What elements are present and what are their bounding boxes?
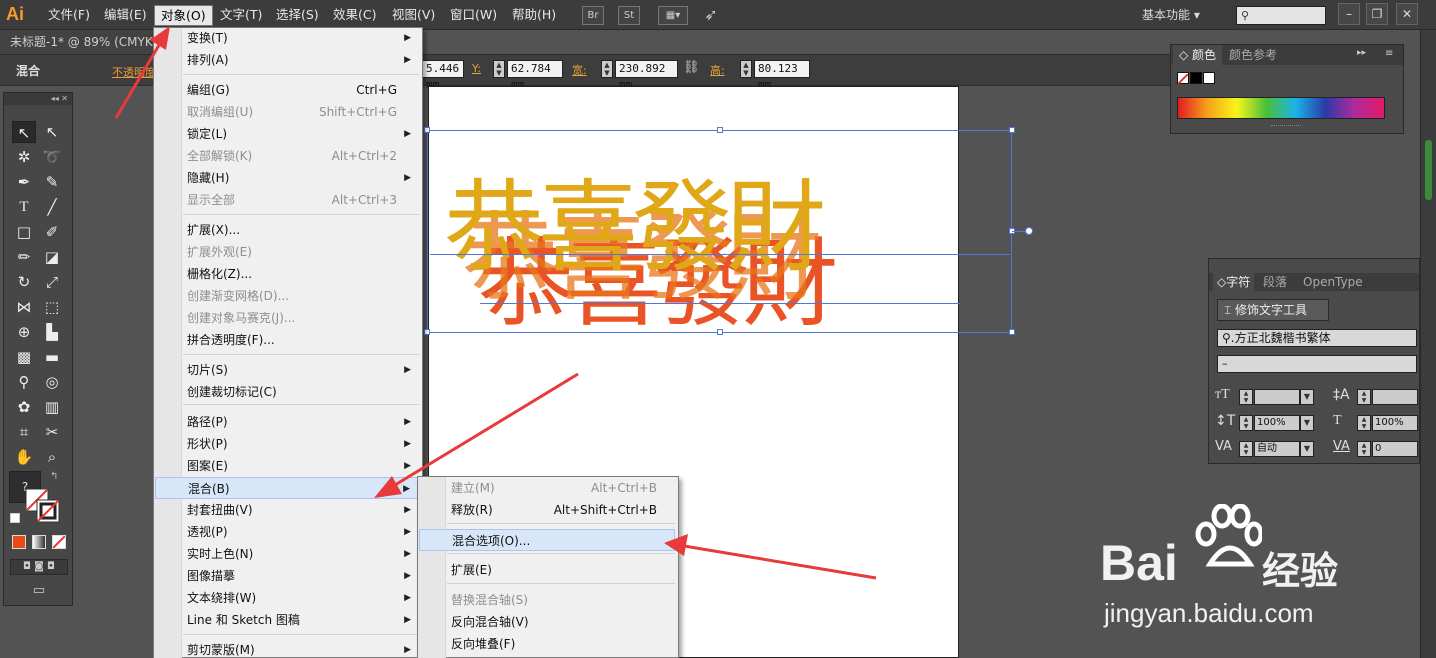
tab-opentype[interactable]: OpenType bbox=[1303, 273, 1363, 291]
font-style-field[interactable]: – bbox=[1217, 355, 1417, 373]
font-search-icon: ⚲. bbox=[1222, 331, 1235, 345]
font-family-value: 方正北魏楷书繁体 bbox=[1234, 331, 1331, 345]
vertical-scale-field[interactable]: 100% bbox=[1254, 415, 1300, 431]
none-swatch[interactable] bbox=[1177, 72, 1189, 85]
tab-color[interactable]: ◇ 颜色 bbox=[1173, 45, 1223, 65]
tracking-spinner[interactable]: ▲ ▼ bbox=[1357, 441, 1371, 457]
arrow-to-object-menu bbox=[114, 39, 164, 119]
tab-color-label: 颜色 bbox=[1192, 48, 1217, 62]
arrow-to-blend-options bbox=[683, 544, 877, 580]
tab-character-label: 字符 bbox=[1226, 275, 1251, 289]
panel-resize-grip[interactable] bbox=[1271, 125, 1301, 129]
arrow-head bbox=[150, 26, 170, 50]
vertical-scale-spinner[interactable]: ▲ ▼ bbox=[1239, 415, 1253, 431]
scrollbar-thumb[interactable] bbox=[1425, 140, 1432, 200]
vertical-scale-icon: ↕T bbox=[1215, 413, 1236, 429]
leading-spinner[interactable]: ▲ ▼ bbox=[1357, 389, 1371, 405]
font-size-icon: ᴛT bbox=[1215, 387, 1230, 402]
font-size-spinner[interactable]: ▲ ▼ bbox=[1239, 389, 1253, 405]
horizontal-scale-icon: T bbox=[1333, 413, 1342, 428]
watermark-brand: Bai bbox=[1100, 535, 1178, 591]
character-panel: ◇字符 段落 OpenType ⌶ 修饰文字工具 ⚲.方正北魏楷书繁体 – ᴛT… bbox=[1208, 258, 1420, 464]
arrow-to-blend-item bbox=[389, 372, 579, 490]
tab-paragraph[interactable]: 段落 bbox=[1263, 273, 1287, 291]
font-family-field[interactable]: ⚲.方正北魏楷书繁体 bbox=[1217, 329, 1417, 347]
font-size-field[interactable] bbox=[1254, 389, 1300, 405]
vertical-scale-dropdown[interactable]: ▼ bbox=[1300, 415, 1314, 431]
black-swatch[interactable] bbox=[1190, 72, 1202, 84]
watermark-brand-cn: 经验 bbox=[1262, 549, 1339, 593]
color-spectrum[interactable] bbox=[1177, 97, 1385, 119]
horizontal-scale-spinner[interactable]: ▲ ▼ bbox=[1357, 415, 1371, 431]
none-swatch-slash bbox=[1177, 73, 1189, 85]
kerning-spinner[interactable]: ▲ ▼ bbox=[1239, 441, 1253, 457]
watermark-url: jingyan.baidu.com bbox=[1104, 598, 1314, 628]
baidu-jingyan-watermark: Bai 经验 jingyan.baidu.com bbox=[1090, 504, 1420, 644]
kerning-field[interactable]: 自动 bbox=[1254, 441, 1300, 457]
white-swatch[interactable] bbox=[1203, 72, 1215, 84]
arrow-head bbox=[374, 476, 402, 498]
font-size-dropdown[interactable]: ▼ bbox=[1300, 389, 1314, 405]
tracking-field[interactable]: 0 bbox=[1372, 441, 1418, 457]
color-panel: ◇ 颜色 颜色参考 ▸▸ ≡ bbox=[1170, 44, 1404, 134]
panel-menu-icon[interactable]: ≡ bbox=[1385, 48, 1393, 59]
panel-collapse-icon[interactable]: ▸▸ bbox=[1357, 48, 1366, 58]
kerning-icon: VA bbox=[1215, 439, 1232, 454]
baidu-paw-logo bbox=[1195, 504, 1262, 567]
kerning-dropdown[interactable]: ▼ bbox=[1300, 441, 1314, 457]
arrow-head bbox=[664, 534, 688, 556]
right-scrollbar[interactable] bbox=[1420, 30, 1436, 658]
touch-type-label: 修饰文字工具 bbox=[1235, 303, 1308, 317]
touch-type-button[interactable]: ⌶ 修饰文字工具 bbox=[1217, 299, 1329, 321]
tab-color-guide[interactable]: 颜色参考 bbox=[1223, 45, 1283, 65]
leading-field[interactable] bbox=[1372, 389, 1418, 405]
touch-type-icon: ⌶ bbox=[1224, 303, 1232, 317]
tab-character[interactable]: ◇字符 bbox=[1213, 273, 1255, 291]
leading-icon: ‡A bbox=[1333, 387, 1350, 403]
horizontal-scale-field[interactable]: 100% bbox=[1372, 415, 1418, 431]
tracking-icon: VA bbox=[1333, 439, 1350, 454]
